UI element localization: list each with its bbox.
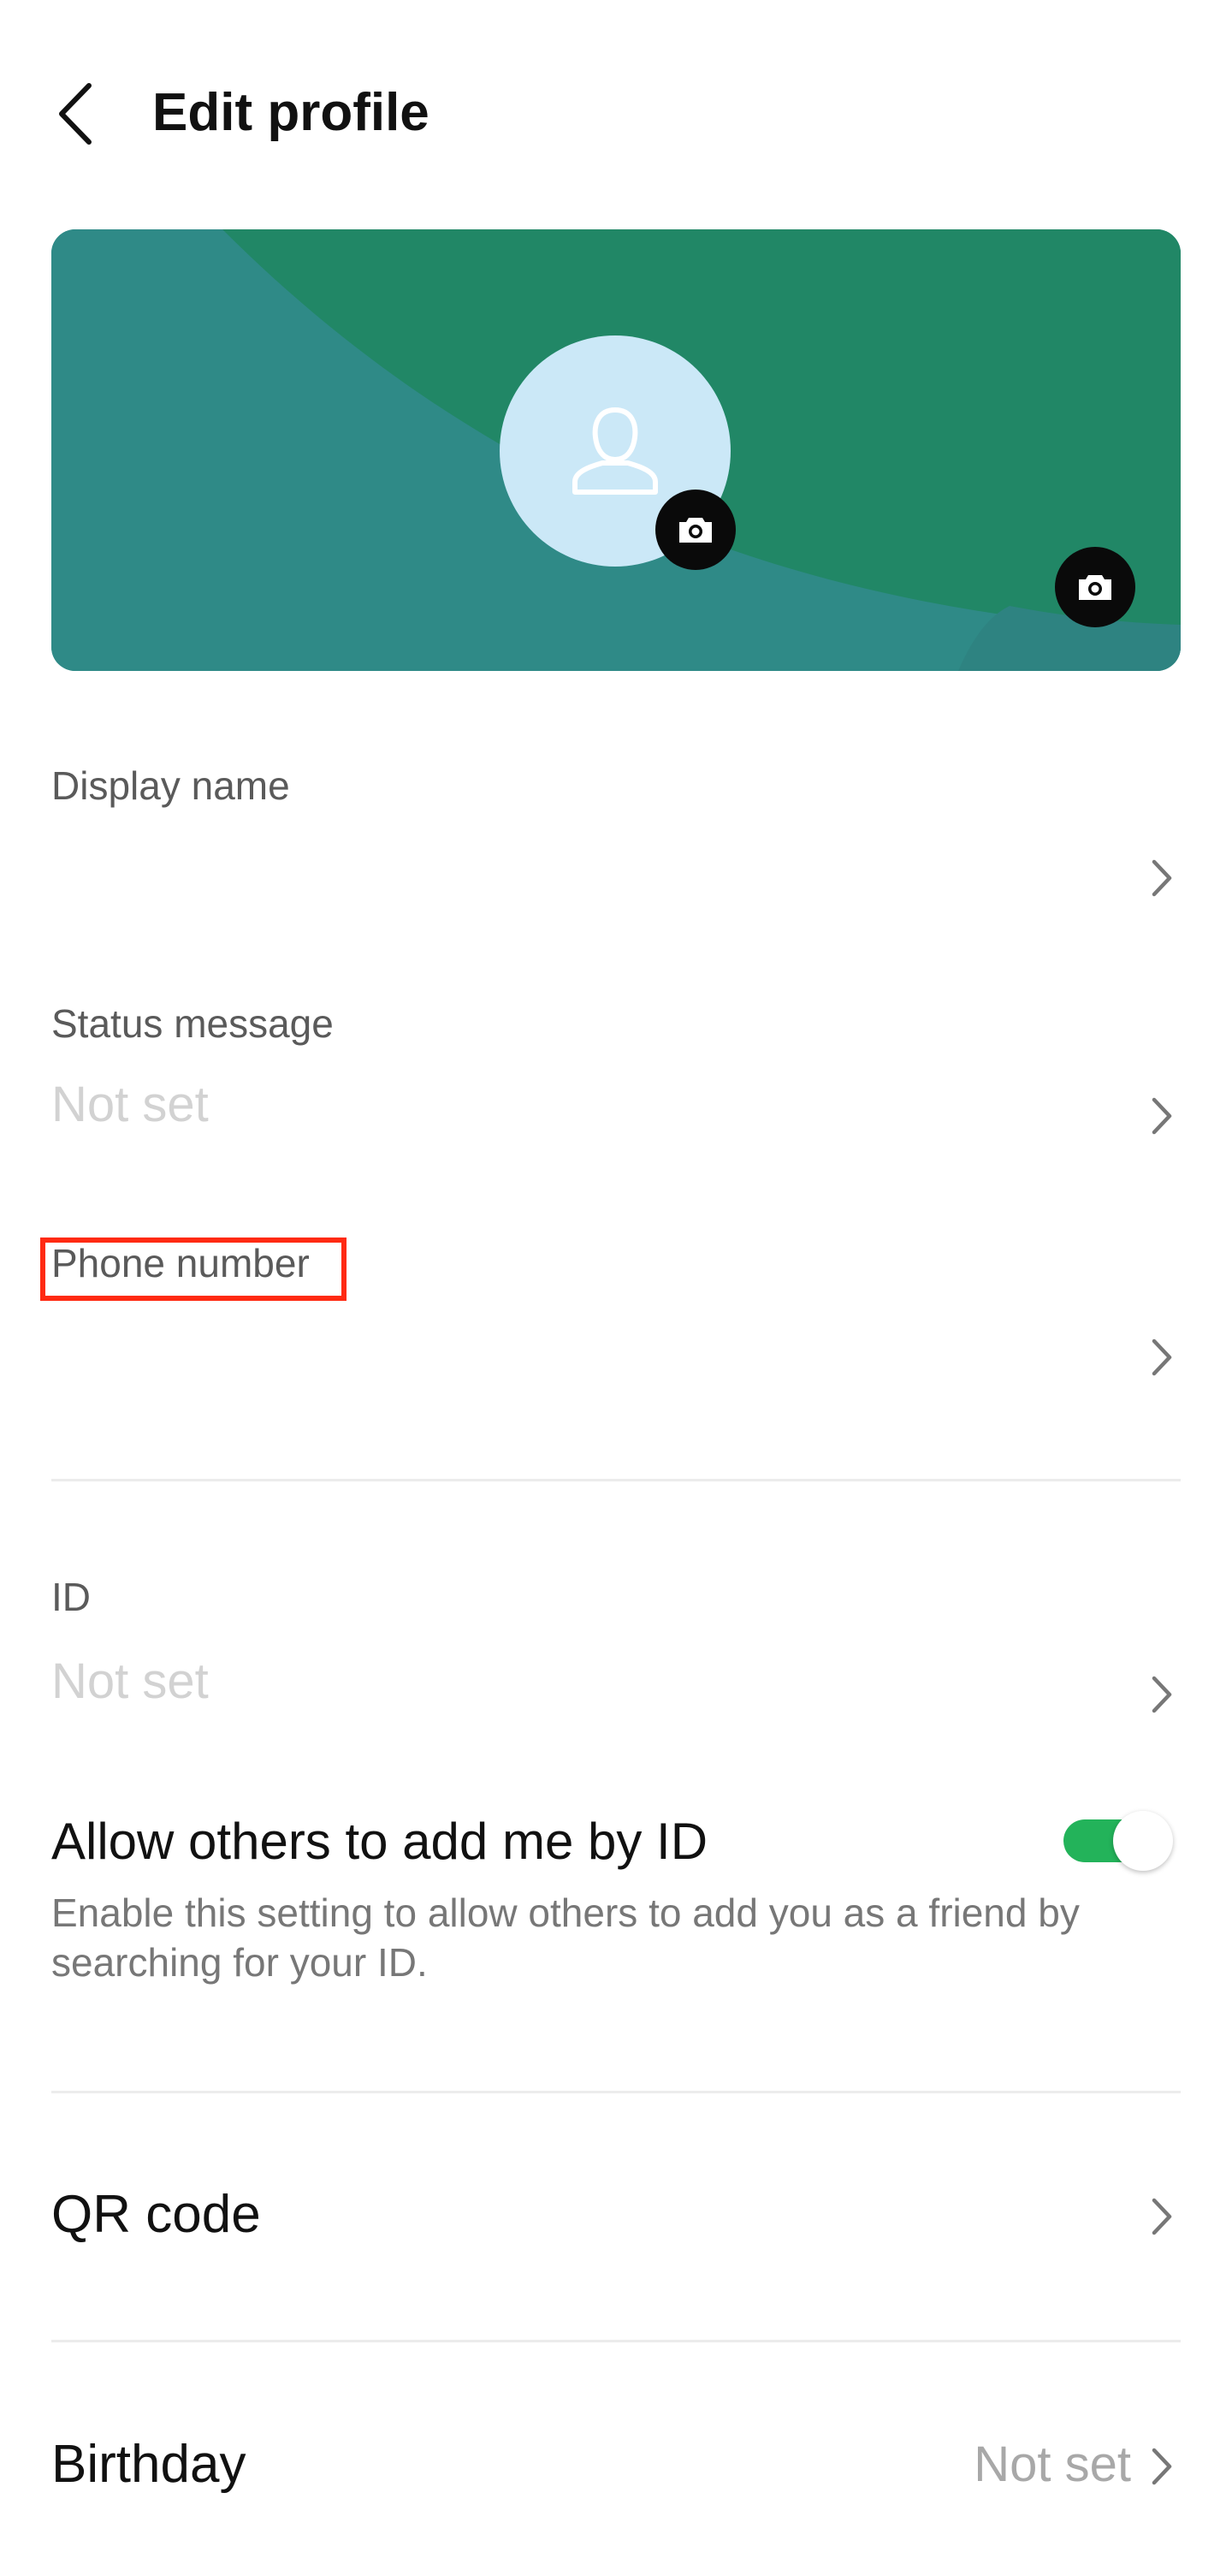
display-name-row[interactable]: Display name [51, 760, 1181, 931]
header: Edit profile [0, 0, 1232, 223]
toggle-knob [1113, 1811, 1173, 1871]
id-row[interactable]: ID Not set [51, 1571, 1181, 1742]
qr-code-row[interactable]: QR code [51, 2181, 1181, 2258]
chevron-right-icon [1145, 1333, 1179, 1381]
divider [51, 1479, 1181, 1481]
camera-icon [1079, 575, 1111, 600]
status-message-row[interactable]: Status message Not set [51, 998, 1181, 1169]
divider [51, 2340, 1181, 2342]
allow-by-id-description: Enable this setting to allow others to a… [51, 1890, 1080, 1985]
highlight-box [40, 1238, 346, 1301]
display-name-label: Display name [51, 763, 290, 808]
chevron-right-icon [1145, 2193, 1179, 2241]
chevron-right-icon [1145, 2442, 1179, 2490]
chevron-right-icon [1145, 1671, 1179, 1718]
qr-code-label: QR code [51, 2185, 261, 2244]
page-title: Edit profile [152, 83, 429, 142]
birthday-value: Not set [974, 2437, 1131, 2492]
id-value: Not set [51, 1653, 209, 1709]
person-icon [572, 407, 658, 495]
id-label: ID [51, 1575, 91, 1619]
chevron-left-icon [59, 83, 92, 145]
allow-by-id-row: Allow others to add me by ID Enable this… [51, 1809, 1181, 2006]
allow-by-id-title: Allow others to add me by ID [51, 1813, 708, 1870]
profile-cover[interactable] [51, 229, 1181, 671]
allow-by-id-toggle[interactable] [1063, 1811, 1180, 1871]
divider [51, 2091, 1181, 2093]
status-message-value: Not set [51, 1077, 209, 1132]
status-message-label: Status message [51, 1001, 334, 1046]
back-button[interactable] [53, 75, 113, 152]
chevron-right-icon [1145, 854, 1179, 902]
camera-icon [679, 518, 712, 543]
cover-camera-button[interactable] [1055, 547, 1135, 627]
chevron-right-icon [1145, 1092, 1179, 1140]
avatar-camera-button[interactable] [655, 490, 736, 570]
